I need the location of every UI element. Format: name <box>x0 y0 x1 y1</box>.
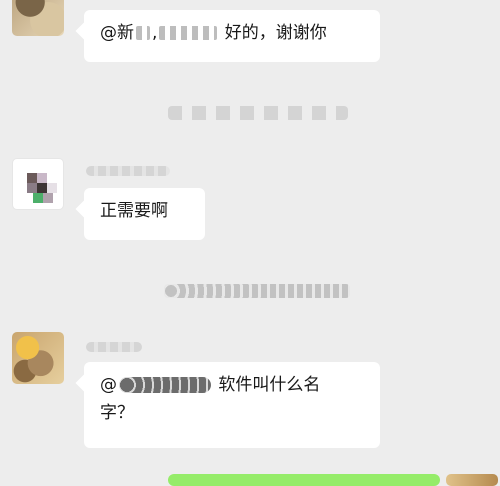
sender-avatar[interactable] <box>12 158 64 210</box>
outgoing-message-bubble[interactable] <box>168 474 440 486</box>
redacted-name <box>159 26 218 40</box>
system-message-redacted <box>164 284 350 298</box>
message-text: @ 软件叫什么名 字？ <box>100 375 321 423</box>
redacted-name <box>119 377 211 393</box>
chat-message-list[interactable]: @新, 好的，谢谢你 正需要啊 @ 软件叫什么名 字？ <box>0 0 500 486</box>
redacted-name <box>136 26 150 40</box>
sender-name-redacted <box>86 166 170 176</box>
message-bubble[interactable]: 正需要啊 <box>84 188 205 240</box>
sender-avatar[interactable] <box>12 332 64 384</box>
own-avatar[interactable] <box>446 474 498 486</box>
message-text: 正需要啊 <box>100 201 168 221</box>
message-bubble[interactable]: @ 软件叫什么名 字？ <box>84 362 380 448</box>
message-bubble[interactable]: @新, 好的，谢谢你 <box>84 10 380 62</box>
sender-avatar[interactable] <box>12 0 64 36</box>
system-message-redacted <box>168 106 348 120</box>
message-text: @新, 好的，谢谢你 <box>100 23 327 43</box>
sender-name-redacted <box>86 342 142 352</box>
